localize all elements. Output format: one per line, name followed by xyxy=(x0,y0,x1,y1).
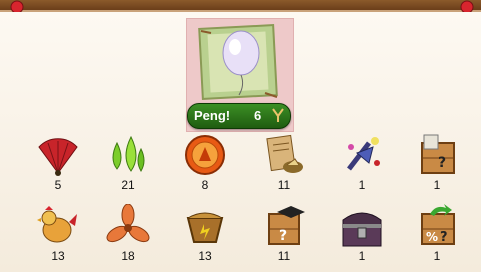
green-drops-icon xyxy=(112,135,145,172)
inventory-item-fan[interactable]: 5 xyxy=(28,133,88,197)
item-count: 18 xyxy=(121,249,135,263)
medal-icon xyxy=(185,135,225,175)
inventory-item-rooster[interactable]: 13 xyxy=(28,204,88,268)
svg-text:?: ? xyxy=(440,230,448,245)
item-count: 13 xyxy=(51,249,65,263)
featured-item-bar: Peng! 6 xyxy=(187,103,291,129)
item-count: 1 xyxy=(358,178,366,192)
top-frame xyxy=(0,0,481,12)
item-count: 5 xyxy=(54,178,62,192)
item-count: 1 xyxy=(358,249,366,263)
propeller-icon xyxy=(106,204,150,243)
item-count: 11 xyxy=(277,249,291,263)
graduation-crate-icon: ? xyxy=(268,206,305,245)
svg-text:?: ? xyxy=(438,155,446,171)
balloon-icon xyxy=(198,24,278,100)
inventory-item-recipe[interactable]: 11 xyxy=(254,133,314,197)
nest-icon xyxy=(186,212,224,243)
item-count: 8 xyxy=(201,178,209,192)
item-count: 13 xyxy=(198,249,212,263)
svg-text:%: % xyxy=(426,230,438,244)
inventory-item-nest[interactable]: 13 xyxy=(175,204,235,268)
inventory-item-treasure-chest[interactable]: 1 xyxy=(332,204,392,268)
sparkle-wand-icon xyxy=(347,137,380,171)
inventory-item-propeller[interactable]: 18 xyxy=(98,204,158,268)
rooster-icon xyxy=(37,206,77,243)
item-count: 11 xyxy=(277,178,291,192)
item-count: 21 xyxy=(121,178,135,192)
mystery-crate-icon: ? xyxy=(421,134,455,174)
recipe-scroll-icon xyxy=(266,134,303,173)
inventory-item-wand[interactable]: 1 xyxy=(332,133,392,197)
inventory-item-graduation-crate[interactable]: ? 11 xyxy=(254,204,314,268)
inventory-item-drops[interactable]: 21 xyxy=(98,133,158,197)
fan-icon xyxy=(38,138,78,176)
inventory-item-medal[interactable]: 8 xyxy=(175,133,235,197)
inventory-item-mystery-crate[interactable]: ? 1 xyxy=(407,133,467,197)
featured-item-name: Peng! xyxy=(194,108,231,123)
discount-crate-icon: % ? xyxy=(421,204,455,245)
treasure-chest-icon xyxy=(342,212,382,247)
item-count: 1 xyxy=(433,249,441,263)
slingshot-icon xyxy=(272,108,284,122)
inventory-board: Peng! 6 5 21 8 11 1 ? 1 13 18 13 ? 11 1 … xyxy=(0,12,481,272)
svg-text:?: ? xyxy=(279,228,287,244)
featured-item-count: 6 xyxy=(254,108,262,123)
item-count: 1 xyxy=(433,178,441,192)
inventory-item-discount-crate[interactable]: % ? 1 xyxy=(407,204,467,268)
